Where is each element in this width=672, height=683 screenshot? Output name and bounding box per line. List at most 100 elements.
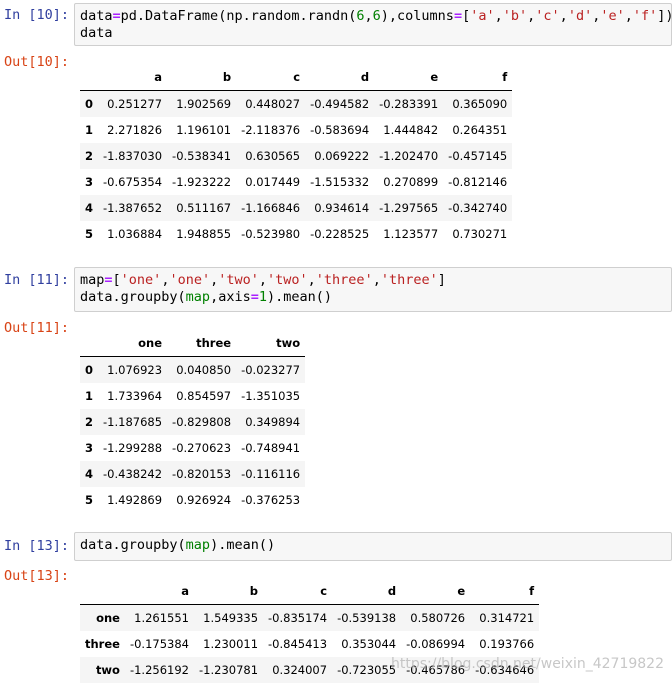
code-token: 'two': [218, 272, 259, 288]
code-token: 'three': [315, 272, 373, 288]
code-token: data: [80, 8, 113, 24]
table-cell: -0.523980: [241, 227, 301, 241]
table-cell: 0.448027: [245, 97, 301, 111]
code-token: =: [104, 272, 113, 288]
code-input[interactable]: data=pd.DataFrame(np.random.randn(6,6),c…: [74, 3, 672, 46]
code-token: 'd': [567, 8, 593, 24]
output-prompt: Out[11]:: [4, 320, 70, 336]
table-cell: 0.854597: [176, 389, 232, 403]
code-input[interactable]: data.groupby(map).mean(): [74, 532, 672, 561]
table-cell: 1.444842: [383, 123, 439, 137]
dataframe-output: one three two 0 1.076923 0.040850 -0.023277 1 1.…: [80, 330, 306, 513]
column-header: d: [305, 64, 375, 91]
code-token: 'three': [380, 272, 438, 288]
table-cell: 1.733964: [107, 389, 163, 403]
index-header: [80, 578, 125, 605]
table-cell: -0.583694: [310, 123, 370, 137]
row-index: 2: [85, 149, 94, 163]
row-index: 3: [85, 175, 94, 189]
watermark: https://blog.csdn.net/weixin_42719822: [390, 656, 664, 672]
table-cell: 1.549335: [203, 611, 259, 625]
code-line: data=pd.DataFrame(np.random.randn(6,6),c…: [80, 8, 672, 25]
code-line: map=['one','one','two','two','three','th…: [80, 272, 666, 289]
code-token: [: [112, 272, 121, 288]
table-cell: 0.365090: [452, 97, 508, 111]
table-cell: -1.387652: [103, 201, 163, 215]
code-token: ,: [494, 8, 503, 24]
code-token: map: [80, 272, 105, 288]
table-cell: 1.123577: [383, 227, 439, 241]
table-cell: -2.118376: [241, 123, 301, 137]
code-token: data.groupby(: [80, 537, 186, 553]
code-token: ,: [624, 8, 633, 24]
table-cell: 0.349894: [245, 415, 301, 429]
table-cell: -0.538341: [172, 149, 232, 163]
row-index: 4: [85, 467, 94, 481]
table-cell: -0.539138: [337, 611, 397, 625]
code-token: 1: [258, 289, 267, 305]
table-cell: -0.376253: [241, 493, 301, 507]
code-token: ,: [307, 272, 316, 288]
code-token: ,: [210, 272, 219, 288]
code-token: 'one': [120, 272, 162, 288]
table-cell: -1.837030: [103, 149, 163, 163]
row-index: 2: [85, 415, 94, 429]
table-cell: -0.270623: [172, 441, 232, 455]
table-cell: -1.230781: [199, 663, 259, 677]
table-cell: 1.036884: [107, 227, 163, 241]
input-prompt: In [11]:: [4, 272, 70, 288]
code-token: 'b': [502, 8, 528, 24]
table-cell: -0.438242: [103, 467, 163, 481]
row-index: 5: [85, 493, 94, 507]
table-cell: -1.351035: [241, 389, 301, 403]
row-index: two: [95, 663, 120, 677]
table-cell: 1.261551: [134, 611, 189, 625]
code-line: data.groupby(map,axis=1).mean(): [80, 289, 666, 306]
index-header: [80, 64, 99, 91]
row-index: 1: [85, 123, 94, 137]
code-token: ]: [437, 272, 446, 288]
table-row: 0 0.251277 1.902569 0.448027 -0.494582 -0.283…: [80, 90, 513, 117]
table-cell: 0.193766: [479, 637, 535, 651]
code-token: [: [462, 8, 471, 24]
table-cell: 1.196101: [176, 123, 232, 137]
table-cell: 0.353044: [341, 637, 397, 651]
table-cell: 0.264351: [452, 123, 508, 137]
table-cell: 0.630565: [245, 149, 301, 163]
column-header: one: [98, 330, 168, 357]
code-token: ),columns: [380, 8, 454, 24]
code-token: ,: [372, 272, 381, 288]
code-token: 'e': [600, 8, 625, 24]
table-cell: -0.675354: [103, 175, 163, 189]
code-input[interactable]: map=['one','one','two','two','three','th…: [74, 267, 672, 312]
table-cell: -0.116116: [241, 467, 301, 481]
table-cell: -0.829808: [172, 415, 232, 429]
table-cell: -0.820153: [172, 467, 232, 481]
table-row: 5 1.492869 0.926924 -0.376253: [80, 487, 305, 513]
table-cell: -0.175384: [129, 637, 189, 651]
table-header-row: one three two: [80, 330, 306, 357]
column-header: c: [236, 64, 306, 91]
table-row: 1 1.733964 0.854597 -1.351035: [80, 383, 305, 409]
code-line: data: [80, 25, 666, 42]
table-cell: -1.299288: [103, 441, 163, 455]
table-cell: 0.314721: [479, 611, 535, 625]
code-token: map: [185, 537, 211, 553]
row-index: 5: [85, 227, 94, 241]
code-line: data.groupby(map).mean(): [80, 537, 666, 554]
table-row: 4 -1.387652 0.511167 -1.166846 0.934614 -1.29…: [80, 195, 513, 221]
row-index: one: [96, 611, 120, 625]
column-header: e: [374, 64, 444, 91]
row-index: 0: [85, 363, 94, 377]
row-index: 4: [85, 201, 94, 215]
table-cell: -1.187685: [103, 415, 163, 429]
table-cell: 0.730271: [452, 227, 508, 241]
table-cell: -0.023277: [241, 363, 301, 377]
code-token: =: [112, 8, 121, 24]
row-index: 1: [85, 389, 94, 403]
column-header: a: [124, 578, 194, 605]
code-token: 'f': [632, 8, 658, 24]
table-cell: -0.342740: [448, 201, 508, 215]
table-row: 3 -1.299288 -0.270623 -0.748941: [80, 435, 305, 461]
table-cell: -0.494582: [310, 97, 370, 111]
